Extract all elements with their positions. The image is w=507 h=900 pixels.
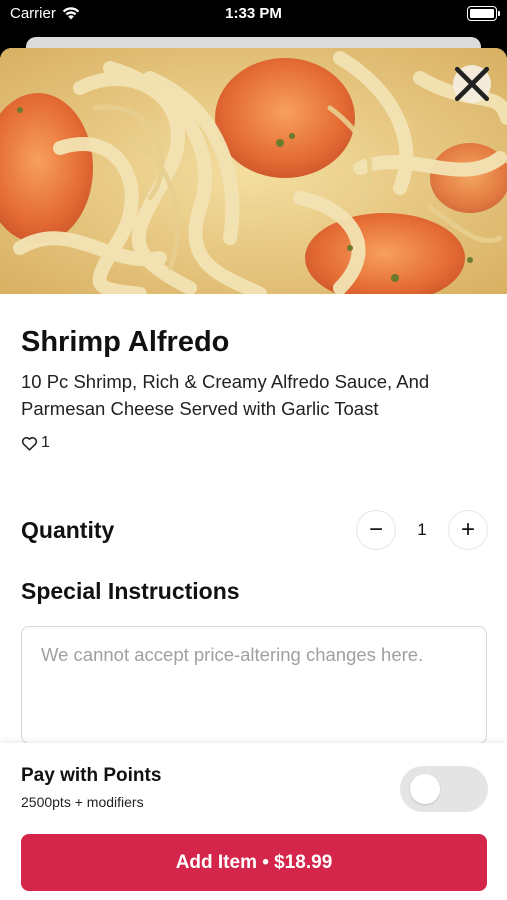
item-title: Shrimp Alfredo [21,326,230,358]
status-bar: Carrier 1:33 PM [0,0,507,30]
increment-button[interactable]: + [448,510,488,550]
special-instructions-input[interactable] [21,626,487,744]
pay-with-points-toggle[interactable] [400,766,488,812]
special-instructions-label: Special Instructions [21,578,240,604]
heart-outline-icon [21,436,38,451]
likes-count: 1 [41,434,50,451]
likes[interactable]: 1 [21,434,50,452]
quantity-label: Quantity [21,517,115,543]
decrement-button[interactable]: − [356,510,396,550]
status-time: 1:33 PM [225,5,282,22]
pay-with-points-label: Pay with Points [21,765,162,786]
shrimp-alfredo-photo [0,48,507,294]
quantity-value: 1 [417,520,427,539]
quantity-stepper: − 1 + [356,510,488,550]
checkout-panel: Pay with Points 2500pts + modifiers Add … [0,743,507,900]
points-cost: 2500pts + modifiers [21,794,144,810]
toggle-knob [410,774,440,804]
item-detail-sheet: Shrimp Alfredo 10 Pc Shrimp, Rich & Crea… [0,48,507,900]
add-item-button[interactable]: Add Item • $18.99 [21,834,487,891]
close-icon [454,66,490,102]
item-description: 10 Pc Shrimp, Rich & Creamy Alfredo Sauc… [21,371,430,419]
close-button[interactable] [453,65,491,103]
battery-icon [467,6,500,21]
